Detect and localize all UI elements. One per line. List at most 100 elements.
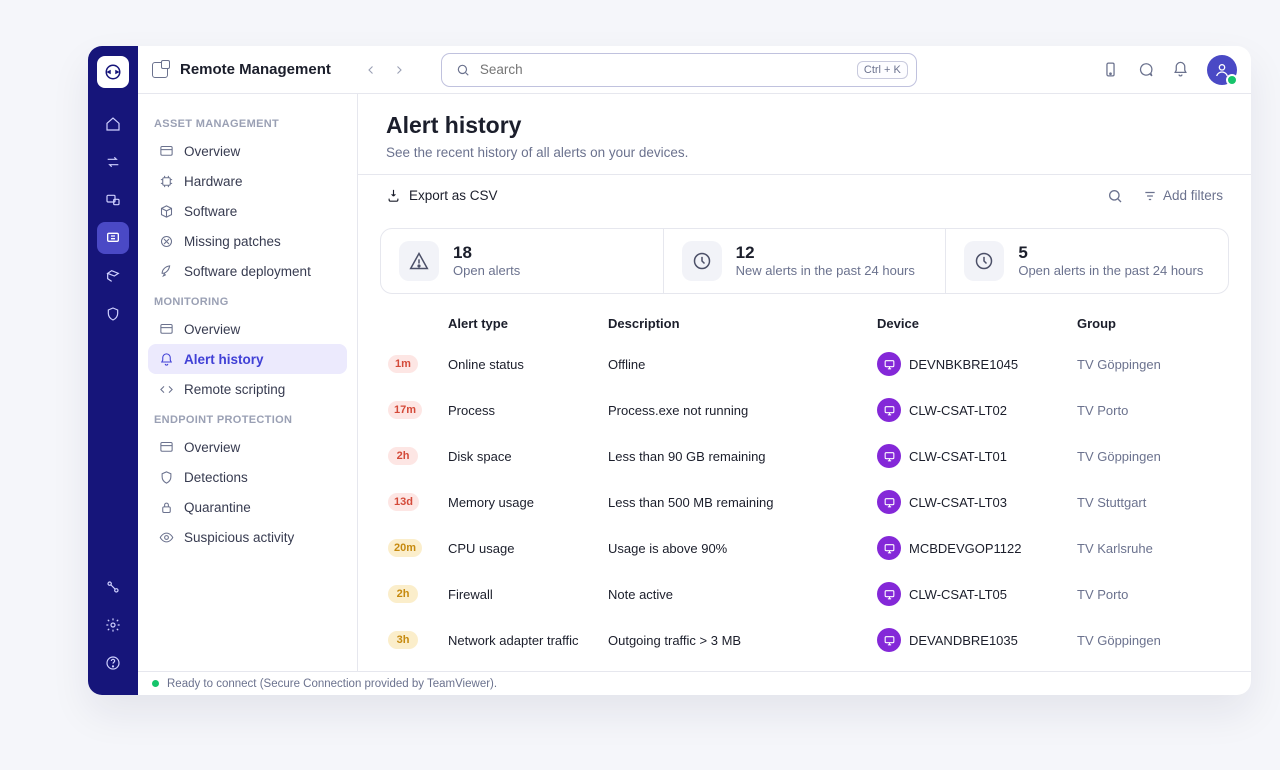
table-row[interactable]: 17mProcessProcess.exe not runningCLW-CSA… xyxy=(380,387,1229,433)
dashboard-icon xyxy=(158,144,174,159)
cell-device[interactable]: DEVANDBRE1035 xyxy=(877,628,1061,652)
cell-alert-type: CPU usage xyxy=(440,525,600,571)
export-csv-button[interactable]: Export as CSV xyxy=(386,188,498,203)
page-title: Alert history xyxy=(386,112,1223,139)
global-search[interactable]: Ctrl + K xyxy=(441,53,917,87)
cell-description: Outgoing traffic > 3 MB xyxy=(600,617,869,663)
device-icon xyxy=(877,352,901,376)
window-icon xyxy=(152,62,168,78)
rail-help-icon[interactable] xyxy=(97,647,129,679)
nav-software[interactable]: Software xyxy=(148,196,347,226)
icon-rail xyxy=(88,46,138,695)
table-row[interactable]: 11d31256OfflineCLW-CSAT-LT07TV Porto xyxy=(380,663,1229,671)
device-icon xyxy=(877,628,901,652)
nav-overview[interactable]: Overview xyxy=(148,432,347,462)
cell-device[interactable]: DEVNBKBRE1045 xyxy=(877,352,1061,376)
nav-missing-patches[interactable]: Missing patches xyxy=(148,226,347,256)
nav-hardware[interactable]: Hardware xyxy=(148,166,347,196)
chat-icon[interactable] xyxy=(1137,61,1154,78)
cell-device[interactable]: CLW-CSAT-LT05 xyxy=(877,582,1061,606)
rail-ticket-icon[interactable] xyxy=(97,260,129,292)
rail-home-icon[interactable] xyxy=(97,108,129,140)
nav-overview[interactable]: Overview xyxy=(148,136,347,166)
table-row[interactable]: 2hFirewallNote activeCLW-CSAT-LT05TV Por… xyxy=(380,571,1229,617)
table-row[interactable]: 3h Network adapter trafficOutgoing traffi… xyxy=(380,617,1229,663)
nav-item-label: Missing patches xyxy=(184,234,281,249)
age-badge: 17m xyxy=(388,401,422,419)
stat-label: Open alerts in the past 24 hours xyxy=(1018,263,1203,278)
stat-label: New alerts in the past 24 hours xyxy=(736,263,915,278)
nav-overview[interactable]: Overview xyxy=(148,314,347,344)
nav-alert-history[interactable]: Alert history xyxy=(148,344,347,374)
rail-devices-icon[interactable] xyxy=(97,184,129,216)
table-row[interactable]: 13dMemory usageLess than 500 MB remainin… xyxy=(380,479,1229,525)
cell-description: Process.exe not running xyxy=(600,387,869,433)
age-badge: 2h xyxy=(388,447,418,465)
cell-group: TV Göppingen xyxy=(1069,617,1209,663)
nav-back-button[interactable] xyxy=(357,56,385,84)
nav-forward-button[interactable] xyxy=(385,56,413,84)
user-avatar[interactable] xyxy=(1207,55,1237,85)
device-icon xyxy=(877,582,901,606)
cell-description: Less than 500 MB remaining xyxy=(600,479,869,525)
bell-icon[interactable] xyxy=(1172,61,1189,78)
rail-settings-icon[interactable] xyxy=(97,609,129,641)
table-row[interactable]: 20mCPU usageUsage is above 90%MCBDEVGOP1… xyxy=(380,525,1229,571)
table-row[interactable]: 2hDisk spaceLess than 90 GB remainingCLW… xyxy=(380,433,1229,479)
age-badge: 1m xyxy=(388,355,418,373)
nav-item-label: Remote scripting xyxy=(184,382,285,397)
cell-group: TV Göppingen xyxy=(1069,433,1209,479)
table-search-button[interactable] xyxy=(1107,188,1123,204)
cell-alert-type: Online status xyxy=(440,341,600,387)
clock-icon xyxy=(964,241,1004,281)
cell-device[interactable]: CLW-CSAT-LT03 xyxy=(877,490,1061,514)
age-badge: 3h xyxy=(388,631,418,649)
page-context-title: Remote Management xyxy=(180,61,331,78)
add-filters-button[interactable]: Add filters xyxy=(1143,188,1223,203)
cell-device[interactable]: CLW-CSAT-LT02 xyxy=(877,398,1061,422)
dashboard-icon xyxy=(158,440,174,455)
status-bar: Ready to connect (Secure Connection prov… xyxy=(138,671,1251,695)
cell-device[interactable]: CLW-CSAT-LT01 xyxy=(877,444,1061,468)
cell-alert-type: Disk space xyxy=(440,433,600,479)
app-logo[interactable] xyxy=(97,56,129,88)
table-row[interactable]: 1mOnline statusOfflineDEVNBKBRE1045TV Gö… xyxy=(380,341,1229,387)
device-icon[interactable] xyxy=(1102,61,1119,78)
stat-card: 12New alerts in the past 24 hours xyxy=(663,229,946,293)
search-icon xyxy=(1107,188,1123,204)
nav-remote-scripting[interactable]: Remote scripting xyxy=(148,374,347,404)
section-nav: ASSET MANAGEMENTOverviewHardwareSoftware… xyxy=(138,94,358,671)
cell-group: TV Porto xyxy=(1069,663,1209,671)
eye-icon xyxy=(158,530,174,545)
status-text: Ready to connect (Secure Connection prov… xyxy=(167,678,497,690)
rocket-icon xyxy=(158,264,174,279)
nav-quarantine[interactable]: Quarantine xyxy=(148,492,347,522)
search-input[interactable] xyxy=(478,61,857,78)
rail-swap-icon[interactable] xyxy=(97,146,129,178)
rail-security-icon[interactable] xyxy=(97,298,129,330)
cell-device[interactable]: MCBDEVGOP1122 xyxy=(877,536,1061,560)
shield-icon xyxy=(158,470,174,485)
filter-icon xyxy=(1143,189,1157,203)
chip-icon xyxy=(158,174,174,189)
warn-icon xyxy=(399,241,439,281)
nav-section-title: ASSET MANAGEMENT xyxy=(154,118,341,130)
nav-suspicious-activity[interactable]: Suspicious activity xyxy=(148,522,347,552)
nav-item-label: Overview xyxy=(184,322,240,337)
rail-workflow-icon[interactable] xyxy=(97,571,129,603)
bell-icon xyxy=(158,352,174,367)
cell-alert-type: Network adapter traffic xyxy=(440,617,600,663)
cell-alert-type: 31256 xyxy=(440,663,600,671)
th-description[interactable]: Description xyxy=(600,306,869,341)
rail-management-icon[interactable] xyxy=(97,222,129,254)
nav-software-deployment[interactable]: Software deployment xyxy=(148,256,347,286)
th-group[interactable]: Group xyxy=(1069,306,1209,341)
cell-description: Note active xyxy=(600,571,869,617)
search-shortcut: Ctrl + K xyxy=(857,61,908,79)
nav-detections[interactable]: Detections xyxy=(148,462,347,492)
nav-section-title: ENDPOINT PROTECTION xyxy=(154,414,341,426)
th-device[interactable]: Device xyxy=(869,306,1069,341)
cell-group: TV Porto xyxy=(1069,387,1209,433)
th-alert-type[interactable]: Alert type xyxy=(440,306,600,341)
stat-number: 18 xyxy=(453,244,520,263)
